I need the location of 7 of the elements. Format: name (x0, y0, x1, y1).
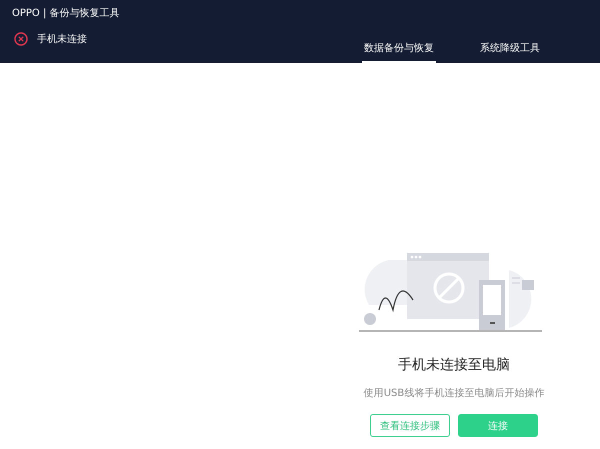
tab[interactable]: 系统降级工具 (478, 41, 542, 63)
empty-state-title: 手机未连接至电脑 (398, 356, 510, 374)
error-icon (14, 32, 28, 46)
window-title: OPPO | 备份与恢复工具 (11, 6, 121, 21)
tab[interactable]: 数据备份与恢复 (362, 41, 436, 63)
connection-status: 手机未连接 (37, 32, 87, 46)
empty-state-message: 使用USB线将手机连接至电脑后开始操作 (364, 386, 544, 400)
